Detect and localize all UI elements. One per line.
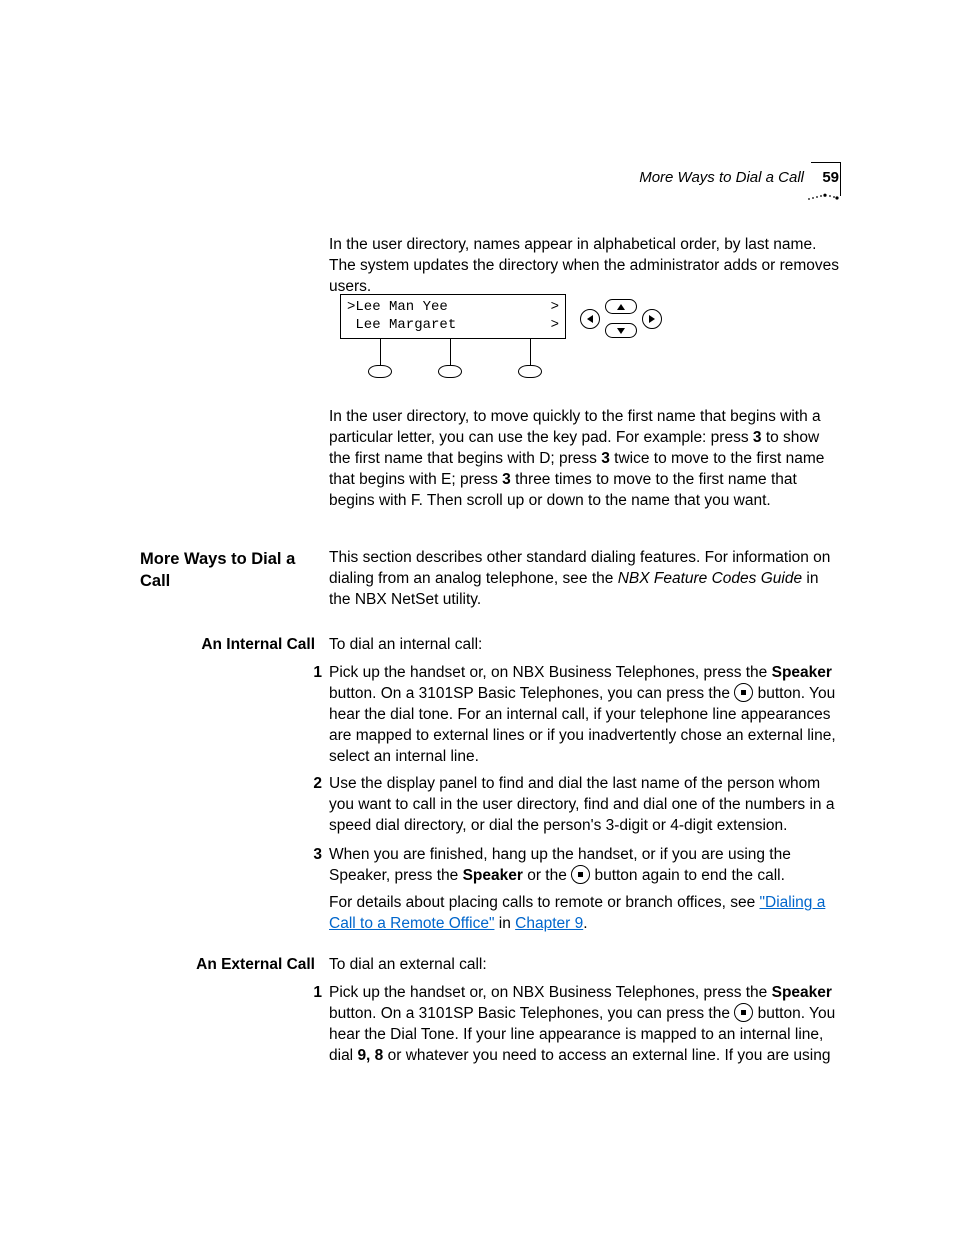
speaker-button-icon (571, 865, 590, 884)
nav-up-icon (605, 299, 637, 314)
header-rule-horizontal (811, 162, 841, 163)
step-number-2: 2 (300, 774, 322, 795)
header-rule-vertical (840, 162, 841, 196)
speaker-button-icon (734, 683, 753, 702)
softkey-diagram (340, 339, 564, 387)
step-number-1: 1 (300, 663, 322, 684)
nav-pad-diagram (580, 296, 665, 342)
ext-step-number-1: 1 (300, 983, 322, 1004)
section-intro: This section describes other standard di… (329, 548, 843, 611)
internal-lead: To dial an internal call: (329, 635, 843, 656)
link-chapter-9[interactable]: Chapter 9 (515, 915, 583, 932)
intro-paragraph: In the user directory, names appear in a… (329, 235, 843, 298)
keypad-paragraph: In the user directory, to move quickly t… (329, 407, 843, 512)
lcd-row2-cursor: > (551, 317, 559, 335)
page-number: 59 (822, 169, 839, 186)
running-header-title: More Ways to Dial a Call (639, 169, 804, 186)
nav-left-icon (580, 309, 600, 329)
internal-footer: For details about placing calls to remot… (329, 893, 843, 935)
lcd-row2-name: Lee Margaret (347, 317, 456, 335)
external-lead: To dial an external call: (329, 955, 843, 976)
nav-down-icon (605, 323, 637, 338)
internal-step2: Use the display panel to find and dial t… (329, 774, 843, 837)
internal-step1: Pick up the handset or, on NBX Business … (329, 663, 843, 768)
nav-right-icon (642, 309, 662, 329)
header-dots-decoration (807, 192, 839, 202)
subheading-internal-call: An Internal Call (140, 635, 315, 656)
lcd-row1-name: >Lee Man Yee (347, 299, 448, 317)
step-number-3: 3 (300, 845, 322, 866)
speaker-button-icon (734, 1003, 753, 1022)
subheading-external-call: An External Call (140, 955, 315, 976)
lcd-row1-cursor: > (551, 299, 559, 317)
section-heading: More Ways to Dial a Call (140, 548, 315, 593)
external-step1: Pick up the handset or, on NBX Business … (329, 983, 843, 1067)
internal-step3: When you are finished, hang up the hands… (329, 845, 843, 887)
